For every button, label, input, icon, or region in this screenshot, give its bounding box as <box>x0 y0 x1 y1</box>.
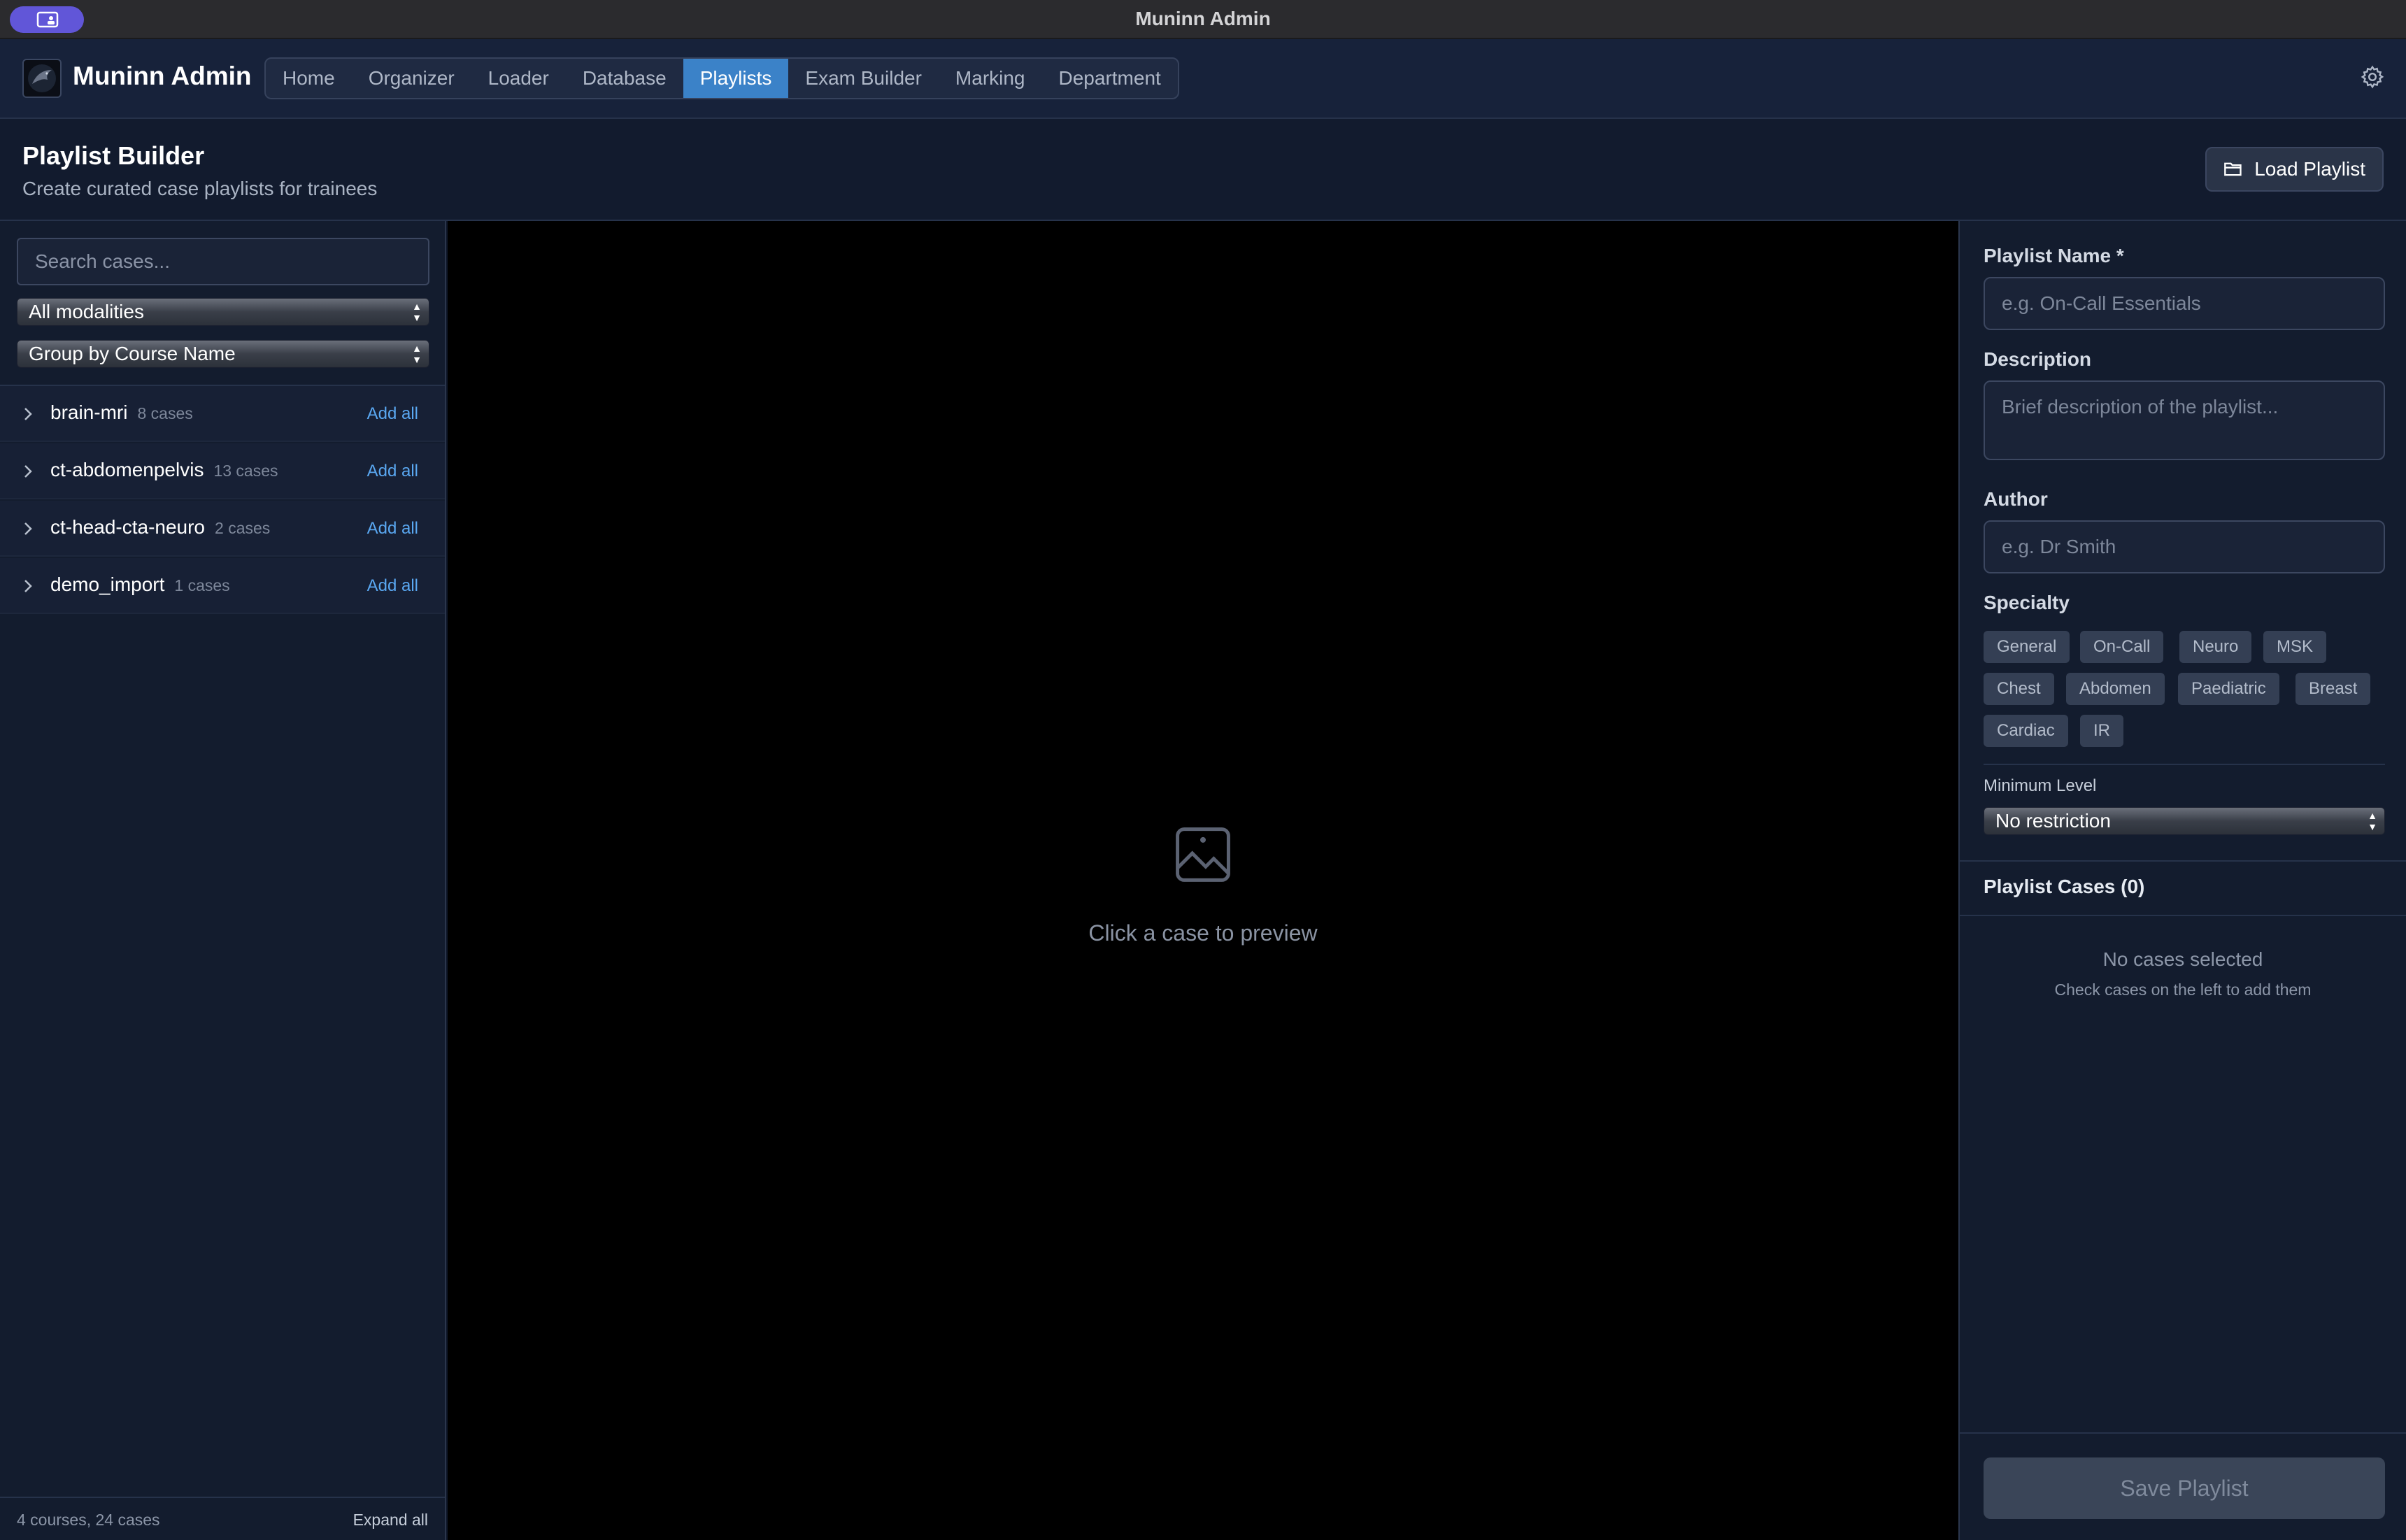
expand-all-button[interactable]: Expand all <box>353 1511 428 1530</box>
window-title: Muninn Admin <box>1135 8 1271 29</box>
app-logo <box>22 59 62 98</box>
course-name: ct-abdomenpelvis 13 cases <box>50 459 278 480</box>
page-title: Playlist Builder <box>22 141 205 170</box>
specialty-chip-on-call[interactable]: On-Call <box>2080 631 2164 663</box>
course-row[interactable]: demo_import 1 cases Add all <box>0 558 445 614</box>
tab-home[interactable]: Home <box>266 59 352 98</box>
playlist-name-input[interactable]: e.g. On-Call Essentials <box>1984 277 2385 330</box>
tab-loader[interactable]: Loader <box>471 59 566 98</box>
divider <box>1960 1432 2406 1434</box>
tab-organizer[interactable]: Organizer <box>352 59 471 98</box>
playlist-form-panel: Playlist Name * e.g. On-Call Essentials … <box>1958 221 2406 1540</box>
app-header: Muninn Admin Home Organizer Loader Datab… <box>0 39 2406 119</box>
course-stats: 4 courses, 24 cases <box>17 1511 160 1529</box>
main-nav: Home Organizer Loader Database Playlists… <box>264 57 1179 99</box>
no-cases-hint: Check cases on the left to add them <box>2054 981 2312 999</box>
course-row[interactable]: ct-abdomenpelvis 13 cases Add all <box>0 443 445 499</box>
tab-exam-builder[interactable]: Exam Builder <box>788 59 939 98</box>
search-input[interactable]: Search cases... <box>17 238 429 285</box>
course-count: 2 cases <box>215 519 271 537</box>
case-browser-sidebar: Search cases... All modalities ▲ ▼ Group … <box>0 221 446 1540</box>
tab-department[interactable]: Department <box>1042 59 1178 98</box>
add-all-button[interactable]: Add all <box>367 462 418 481</box>
add-all-button[interactable]: Add all <box>367 576 418 596</box>
course-count: 1 cases <box>174 576 230 594</box>
min-level-select-value: No restriction <box>1995 810 2111 832</box>
app-name: Muninn Admin <box>73 62 252 90</box>
specialty-chip-ir[interactable]: IR <box>2080 715 2123 747</box>
specialty-chip-cardiac[interactable]: Cardiac <box>1984 715 2068 747</box>
specialty-chip-general[interactable]: General <box>1984 631 2070 663</box>
image-icon <box>1176 827 1230 882</box>
chevron-right-icon[interactable] <box>21 578 35 594</box>
add-all-button[interactable]: Add all <box>367 519 418 539</box>
case-preview-pane: Click a case to preview <box>448 221 1958 1540</box>
select-arrows-icon: ▲ ▼ <box>2368 810 2377 832</box>
author-input[interactable]: e.g. Dr Smith <box>1984 520 2385 573</box>
specialty-label: Specialty <box>1984 592 2070 613</box>
save-playlist-button[interactable]: Save Playlist <box>1984 1457 2385 1519</box>
settings-button[interactable] <box>2360 64 2385 93</box>
preview-empty-text: Click a case to preview <box>1088 920 1318 946</box>
tab-playlists[interactable]: Playlists <box>683 59 789 98</box>
playlist-cases-title: Playlist Cases (0) <box>1984 876 2145 897</box>
specialty-chip-breast[interactable]: Breast <box>2295 673 2371 705</box>
specialty-chip-paediatric[interactable]: Paediatric <box>2178 673 2279 705</box>
modality-select[interactable]: All modalities ▲ ▼ <box>17 298 429 326</box>
specialty-chip-neuro[interactable]: Neuro <box>2179 631 2252 663</box>
tab-marking[interactable]: Marking <box>939 59 1042 98</box>
course-name: ct-head-cta-neuro 2 cases <box>50 516 271 538</box>
folder-open-icon <box>2224 162 2242 176</box>
raven-logo-icon <box>28 64 56 92</box>
modality-select-value: All modalities <box>29 301 144 322</box>
page-header: Playlist Builder Create curated case pla… <box>0 119 2406 221</box>
course-count: 13 cases <box>213 462 278 480</box>
gear-icon <box>2361 65 2384 89</box>
page-subtitle: Create curated case playlists for traine… <box>22 178 378 199</box>
course-row[interactable]: brain-mri 8 cases Add all <box>0 386 445 442</box>
divider <box>1960 915 2406 916</box>
chevron-right-icon[interactable] <box>21 406 35 422</box>
specialty-chip-chest[interactable]: Chest <box>1984 673 2054 705</box>
min-level-select[interactable]: No restriction ▲ ▼ <box>1984 807 2385 835</box>
no-cases-text: No cases selected <box>2102 948 2263 970</box>
chevron-right-icon[interactable] <box>21 463 35 480</box>
chevron-right-icon[interactable] <box>21 520 35 537</box>
course-name: demo_import 1 cases <box>50 573 230 595</box>
tab-database[interactable]: Database <box>566 59 683 98</box>
description-textarea[interactable]: Brief description of the playlist... <box>1984 380 2385 460</box>
sidebar-footer: 4 courses, 24 cases Expand all <box>0 1497 445 1540</box>
playlist-name-label: Playlist Name * <box>1984 245 2124 266</box>
description-label: Description <box>1984 348 2092 370</box>
course-row[interactable]: ct-head-cta-neuro 2 cases Add all <box>0 501 445 557</box>
select-arrows-icon: ▲ ▼ <box>412 301 422 323</box>
load-playlist-button[interactable]: Load Playlist <box>2205 147 2384 192</box>
divider <box>1984 764 2385 765</box>
add-all-button[interactable]: Add all <box>367 404 418 424</box>
specialty-chip-msk[interactable]: MSK <box>2263 631 2327 663</box>
group-by-select[interactable]: Group by Course Name ▲ ▼ <box>17 340 429 368</box>
specialty-chip-abdomen[interactable]: Abdomen <box>2066 673 2165 705</box>
window-titlebar: Muninn Admin <box>0 0 2406 39</box>
divider <box>1960 860 2406 862</box>
load-playlist-label: Load Playlist <box>2254 158 2365 180</box>
course-name: brain-mri 8 cases <box>50 401 193 423</box>
course-count: 8 cases <box>137 404 193 422</box>
min-level-label: Minimum Level <box>1984 776 2097 795</box>
select-arrows-icon: ▲ ▼ <box>412 343 422 365</box>
author-label: Author <box>1984 488 2048 510</box>
group-by-select-value: Group by Course Name <box>29 343 236 364</box>
